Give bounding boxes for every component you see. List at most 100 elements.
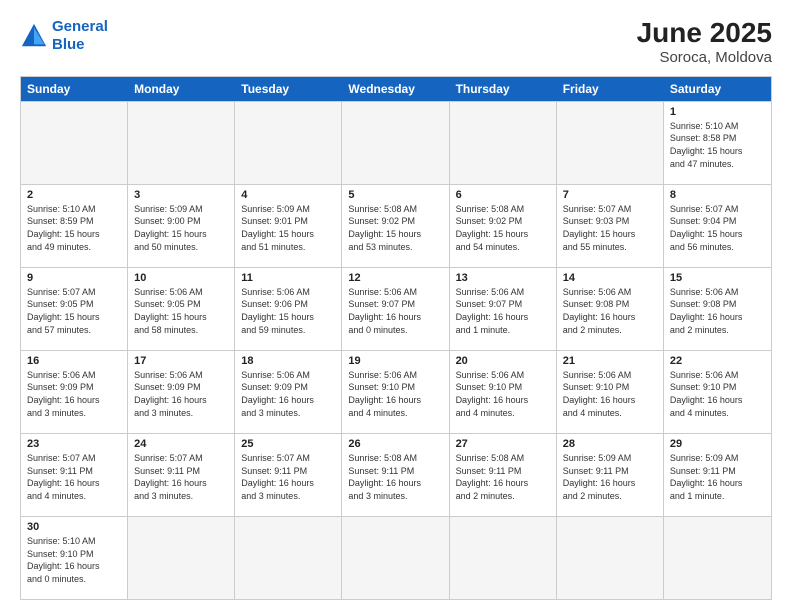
week-row-2: 9 Sunrise: 5:07 AM Sunset: 9:05 PM Daylig… xyxy=(21,267,771,350)
cell-w4-d2: 25 Sunrise: 5:07 AM Sunset: 9:11 PM Dayli… xyxy=(235,434,342,516)
day-info: Sunrise: 5:09 AM Sunset: 9:11 PM Dayligh… xyxy=(670,452,765,502)
day-info: Sunrise: 5:06 AM Sunset: 9:05 PM Dayligh… xyxy=(134,286,228,336)
cell-w5-d2 xyxy=(235,517,342,599)
day-info: Sunrise: 5:06 AM Sunset: 9:10 PM Dayligh… xyxy=(563,369,657,419)
cell-w5-d5 xyxy=(557,517,664,599)
day-number: 26 xyxy=(348,438,442,450)
cell-w4-d1: 24Sunrise: 5:07 AM Sunset: 9:11 PM Dayli… xyxy=(128,434,235,516)
day-info: Sunrise: 5:07 AM Sunset: 9:11 PM Dayligh… xyxy=(241,452,335,502)
cell-w1-d0: 2 Sunrise: 5:10 AM Sunset: 8:59 PM Daylig… xyxy=(21,185,128,267)
cell-w3-d0: 16 Sunrise: 5:06 AM Sunset: 9:09 PM Dayli… xyxy=(21,351,128,433)
cell-w3-d4: 20Sunrise: 5:06 AM Sunset: 9:10 PM Dayli… xyxy=(450,351,557,433)
header-thursday: Thursday xyxy=(450,77,557,101)
day-info: Sunrise: 5:06 AM Sunset: 9:07 PM Dayligh… xyxy=(348,286,442,336)
week-row-0: 1 Sunrise: 5:10 AM Sunset: 8:58 PM Daylig… xyxy=(21,101,771,184)
day-number: 10 xyxy=(134,272,228,284)
day-number: 30 xyxy=(27,521,121,533)
day-info: Sunrise: 5:07 AM Sunset: 9:05 PM Dayligh… xyxy=(27,286,121,336)
cell-w1-d1: 3 Sunrise: 5:09 AM Sunset: 9:00 PM Daylig… xyxy=(128,185,235,267)
cell-w0-d0 xyxy=(21,102,128,184)
cell-w1-d2: 4 Sunrise: 5:09 AM Sunset: 9:01 PM Daylig… xyxy=(235,185,342,267)
day-number: 23 xyxy=(27,438,121,450)
title-block: June 2025 Soroca, Moldova xyxy=(637,18,772,66)
day-info: Sunrise: 5:10 AM Sunset: 8:58 PM Dayligh… xyxy=(670,120,765,170)
logo-text: General Blue xyxy=(52,18,108,54)
day-number: 2 xyxy=(27,189,121,201)
day-info: Sunrise: 5:08 AM Sunset: 9:02 PM Dayligh… xyxy=(348,203,442,253)
day-number: 19 xyxy=(348,355,442,367)
cell-w4-d5: 28Sunrise: 5:09 AM Sunset: 9:11 PM Dayli… xyxy=(557,434,664,516)
day-number: 29 xyxy=(670,438,765,450)
cell-w2-d4: 13Sunrise: 5:06 AM Sunset: 9:07 PM Dayli… xyxy=(450,268,557,350)
day-info: Sunrise: 5:06 AM Sunset: 9:09 PM Dayligh… xyxy=(27,369,121,419)
cell-w1-d6: 8 Sunrise: 5:07 AM Sunset: 9:04 PM Daylig… xyxy=(664,185,771,267)
day-number: 14 xyxy=(563,272,657,284)
header-monday: Monday xyxy=(128,77,235,101)
cell-w2-d1: 10 Sunrise: 5:06 AM Sunset: 9:05 PM Dayli… xyxy=(128,268,235,350)
cell-w3-d2: 18Sunrise: 5:06 AM Sunset: 9:09 PM Dayli… xyxy=(235,351,342,433)
week-row-1: 2 Sunrise: 5:10 AM Sunset: 8:59 PM Daylig… xyxy=(21,184,771,267)
cell-w3-d1: 17Sunrise: 5:06 AM Sunset: 9:09 PM Dayli… xyxy=(128,351,235,433)
day-number: 18 xyxy=(241,355,335,367)
cell-w5-d4 xyxy=(450,517,557,599)
cell-w2-d0: 9 Sunrise: 5:07 AM Sunset: 9:05 PM Daylig… xyxy=(21,268,128,350)
cell-w0-d4 xyxy=(450,102,557,184)
page: General Blue June 2025 Soroca, Moldova S… xyxy=(0,0,792,612)
cell-w0-d5 xyxy=(557,102,664,184)
calendar-header: Sunday Monday Tuesday Wednesday Thursday… xyxy=(21,77,771,101)
day-info: Sunrise: 5:09 AM Sunset: 9:01 PM Dayligh… xyxy=(241,203,335,253)
cell-w2-d5: 14 Sunrise: 5:06 AM Sunset: 9:08 PM Dayli… xyxy=(557,268,664,350)
day-number: 27 xyxy=(456,438,550,450)
day-info: Sunrise: 5:06 AM Sunset: 9:06 PM Dayligh… xyxy=(241,286,335,336)
calendar: Sunday Monday Tuesday Wednesday Thursday… xyxy=(20,76,772,600)
day-info: Sunrise: 5:10 AM Sunset: 9:10 PM Dayligh… xyxy=(27,535,121,585)
header-saturday: Saturday xyxy=(664,77,771,101)
cell-w1-d5: 7 Sunrise: 5:07 AM Sunset: 9:03 PM Daylig… xyxy=(557,185,664,267)
header-friday: Friday xyxy=(557,77,664,101)
day-number: 22 xyxy=(670,355,765,367)
day-number: 20 xyxy=(456,355,550,367)
day-number: 7 xyxy=(563,189,657,201)
location: Soroca, Moldova xyxy=(637,49,772,66)
day-number: 28 xyxy=(563,438,657,450)
day-number: 25 xyxy=(241,438,335,450)
day-number: 4 xyxy=(241,189,335,201)
day-number: 15 xyxy=(670,272,765,284)
header: General Blue June 2025 Soroca, Moldova xyxy=(20,18,772,66)
month-year: June 2025 xyxy=(637,18,772,49)
day-info: Sunrise: 5:07 AM Sunset: 9:04 PM Dayligh… xyxy=(670,203,765,253)
cell-w4-d4: 27Sunrise: 5:08 AM Sunset: 9:11 PM Dayli… xyxy=(450,434,557,516)
header-wednesday: Wednesday xyxy=(342,77,449,101)
week-row-3: 16 Sunrise: 5:06 AM Sunset: 9:09 PM Dayli… xyxy=(21,350,771,433)
day-info: Sunrise: 5:06 AM Sunset: 9:10 PM Dayligh… xyxy=(348,369,442,419)
day-info: Sunrise: 5:09 AM Sunset: 9:00 PM Dayligh… xyxy=(134,203,228,253)
day-number: 6 xyxy=(456,189,550,201)
day-info: Sunrise: 5:07 AM Sunset: 9:03 PM Dayligh… xyxy=(563,203,657,253)
cell-w2-d6: 15Sunrise: 5:06 AM Sunset: 9:08 PM Dayli… xyxy=(664,268,771,350)
day-info: Sunrise: 5:06 AM Sunset: 9:08 PM Dayligh… xyxy=(563,286,657,336)
day-info: Sunrise: 5:10 AM Sunset: 8:59 PM Dayligh… xyxy=(27,203,121,253)
cell-w4-d0: 23Sunrise: 5:07 AM Sunset: 9:11 PM Dayli… xyxy=(21,434,128,516)
cell-w0-d3 xyxy=(342,102,449,184)
day-number: 11 xyxy=(241,272,335,284)
day-info: Sunrise: 5:06 AM Sunset: 9:10 PM Dayligh… xyxy=(670,369,765,419)
day-info: Sunrise: 5:08 AM Sunset: 9:02 PM Dayligh… xyxy=(456,203,550,253)
day-number: 1 xyxy=(670,106,765,118)
cell-w2-d2: 11 Sunrise: 5:06 AM Sunset: 9:06 PM Dayli… xyxy=(235,268,342,350)
day-number: 3 xyxy=(134,189,228,201)
day-number: 21 xyxy=(563,355,657,367)
logo-icon xyxy=(20,22,48,50)
cell-w3-d3: 19 Sunrise: 5:06 AM Sunset: 9:10 PM Dayli… xyxy=(342,351,449,433)
cell-w0-d1 xyxy=(128,102,235,184)
day-number: 9 xyxy=(27,272,121,284)
day-number: 16 xyxy=(27,355,121,367)
day-info: Sunrise: 5:06 AM Sunset: 9:09 PM Dayligh… xyxy=(134,369,228,419)
cell-w0-d6: 1 Sunrise: 5:10 AM Sunset: 8:58 PM Daylig… xyxy=(664,102,771,184)
cell-w0-d2 xyxy=(235,102,342,184)
cell-w4-d3: 26Sunrise: 5:08 AM Sunset: 9:11 PM Dayli… xyxy=(342,434,449,516)
day-number: 8 xyxy=(670,189,765,201)
cell-w5-d3 xyxy=(342,517,449,599)
cell-w5-d1 xyxy=(128,517,235,599)
day-info: Sunrise: 5:06 AM Sunset: 9:07 PM Dayligh… xyxy=(456,286,550,336)
cell-w1-d4: 6 Sunrise: 5:08 AM Sunset: 9:02 PM Daylig… xyxy=(450,185,557,267)
